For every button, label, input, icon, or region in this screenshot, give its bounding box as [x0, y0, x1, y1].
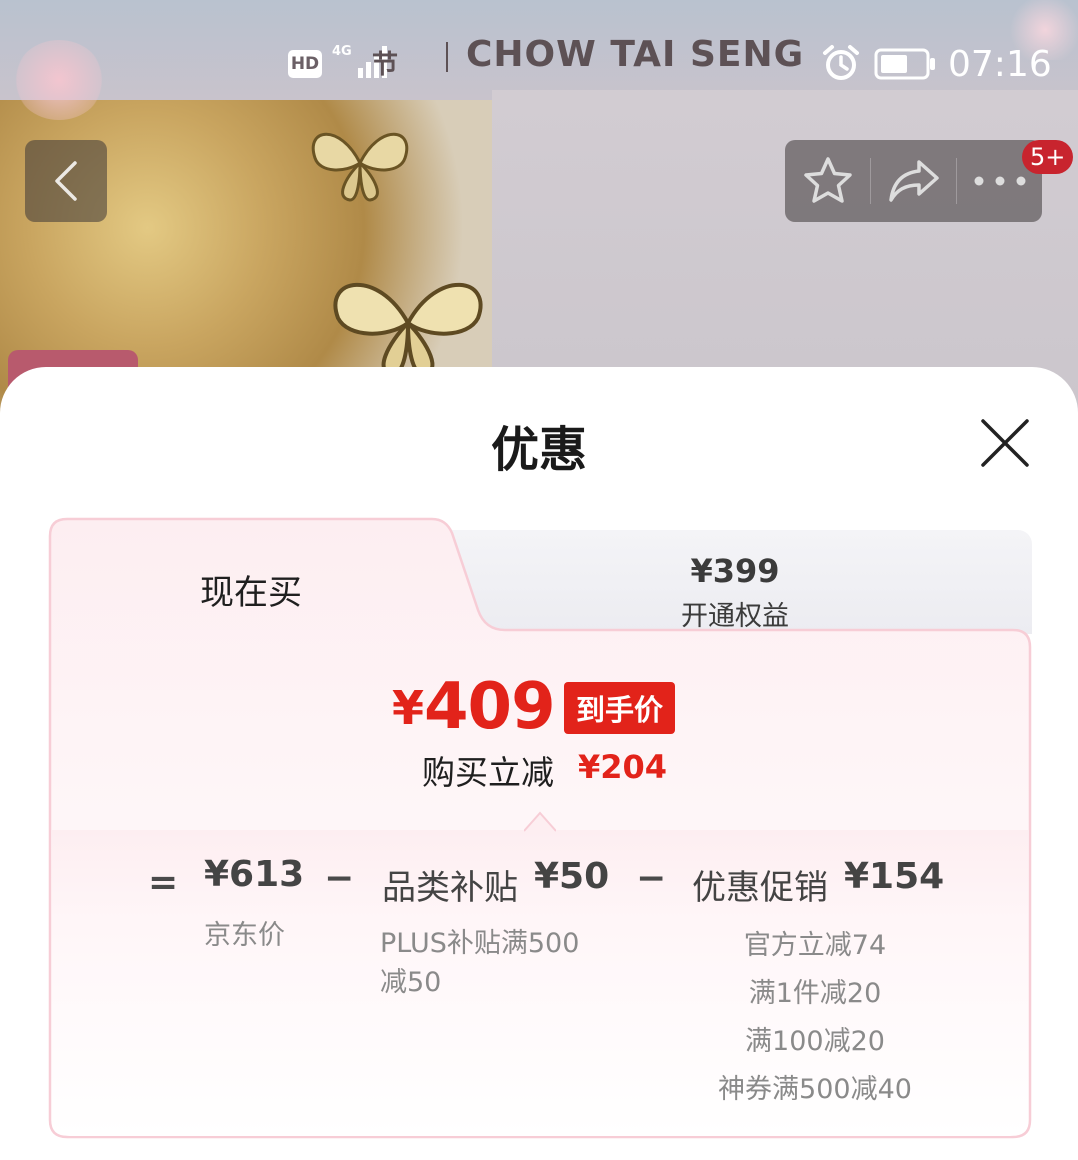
chevron-left-icon [55, 161, 77, 201]
brand-divider [446, 42, 448, 72]
pointer-notch [524, 811, 556, 832]
more-icon [974, 176, 1025, 186]
equals-sign: = [148, 862, 179, 903]
tab-membership-price: ¥399 [690, 552, 780, 590]
base-price-label: 京东价 [204, 920, 285, 951]
saving-label: 购买立减 [422, 753, 554, 792]
share-button[interactable] [871, 140, 956, 222]
butterfly-icon [333, 282, 483, 377]
list-item: 神券满500减40 [718, 1074, 912, 1105]
battery-icon [874, 48, 935, 80]
saving-amount: ¥204 [578, 748, 668, 786]
tab-membership-label: 开通权益 [681, 601, 789, 632]
minus-sign: − [636, 858, 667, 899]
brand-chinese: 节 [372, 50, 399, 80]
close-icon[interactable] [978, 416, 1032, 470]
list-item: 满100减20 [745, 1026, 885, 1057]
star-icon [803, 157, 852, 203]
status-bar: HD 4G 节 CHOW TAI SENG 07:16 [0, 0, 1078, 130]
list-item: 官方立减74 [743, 930, 887, 961]
butterfly-icon [311, 132, 409, 202]
list-item: 满1件减20 [748, 978, 882, 1009]
notification-badge: 5+ [1022, 140, 1074, 174]
promotion-value: ¥154 [844, 856, 945, 897]
subsidy-name: 品类补贴 [382, 868, 518, 908]
svg-text:4G: 4G [332, 44, 352, 59]
favorite-button[interactable] [785, 140, 870, 222]
base-price-value: ¥613 [204, 854, 305, 895]
hd-indicator: HD [288, 50, 322, 78]
clock: 07:16 [948, 44, 1052, 85]
subsidy-detail: PLUS补贴满500 [380, 928, 580, 959]
subsidy-detail: 减50 [380, 967, 442, 998]
tab-buy-now[interactable]: 现在买 [200, 565, 302, 614]
action-bar [785, 140, 1042, 222]
tab-membership[interactable]: ¥399 开通权益 [440, 530, 1032, 634]
subsidy-value: ¥50 [534, 856, 610, 897]
minus-sign: − [324, 858, 355, 899]
promotion-list: 官方立减74 满1件减20 满100减20 神券满500减40 [700, 922, 930, 1114]
final-price: ¥409 [392, 670, 556, 744]
share-icon [888, 160, 939, 202]
final-price-value: 409 [424, 670, 556, 744]
promotion-name: 优惠促销 [692, 868, 828, 908]
back-button[interactable] [25, 140, 107, 222]
brand-logo: CHOW TAI SENG [466, 34, 805, 75]
currency-symbol: ¥ [392, 681, 425, 735]
sheet-title: 优惠 [490, 422, 587, 478]
alarm-icon [823, 45, 859, 80]
final-price-tag: 到手价 [564, 682, 676, 734]
